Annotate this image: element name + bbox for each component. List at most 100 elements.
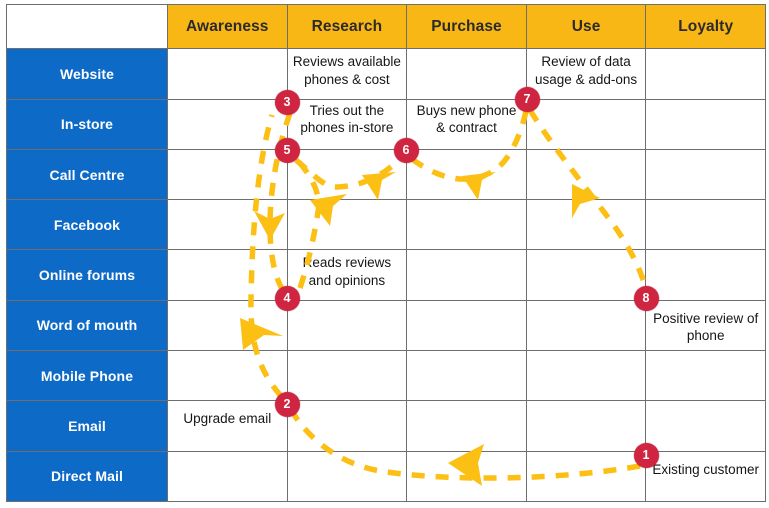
cell-word-of-mouth-awareness[interactable] (167, 299, 288, 352)
cell-online-forums-awareness[interactable] (167, 249, 288, 301)
cell-direct-mail-purchase[interactable] (406, 450, 527, 503)
cell-mobile-phone-loyalty[interactable] (645, 350, 766, 402)
cell-direct-mail-research[interactable] (286, 450, 408, 503)
cell-mobile-phone-purchase[interactable] (406, 350, 527, 402)
cell-direct-mail-awareness[interactable] (167, 450, 288, 503)
stage-header-loyalty[interactable]: Loyalty (645, 3, 766, 50)
journey-grid: Awareness Research Purchase Use Loyalty … (6, 3, 766, 503)
cell-note: Positive review of phone (653, 310, 759, 344)
cell-facebook-loyalty[interactable] (645, 199, 766, 251)
cell-word-of-mouth-use[interactable] (525, 299, 647, 352)
cell-call-centre-purchase[interactable] (406, 148, 527, 201)
cell-facebook-use[interactable] (525, 199, 647, 251)
channel-label-call-centre[interactable]: Call Centre (6, 148, 168, 201)
cell-note: Buys new phone & contract (416, 102, 517, 135)
cell-in-store-awareness[interactable] (167, 98, 288, 150)
stage-header-row: Awareness Research Purchase Use Loyalty (6, 3, 766, 50)
step-marker-8[interactable]: 8 (633, 285, 659, 311)
cell-note: Reads reviews and opinions (302, 255, 392, 288)
channel-label: Email (68, 417, 106, 434)
channel-label: Call Centre (49, 166, 125, 183)
cell-online-forums-research[interactable]: Reads reviews and opinions (286, 249, 408, 301)
step-marker-5[interactable]: 5 (274, 137, 300, 163)
channel-label-website[interactable]: Website (6, 48, 168, 100)
cell-email-awareness[interactable]: Upgrade email (167, 400, 288, 452)
step-marker-number: 1 (642, 447, 650, 462)
cell-online-forums-use[interactable] (525, 249, 647, 301)
channel-label: Word of mouth (36, 317, 138, 334)
step-marker-4[interactable]: 4 (274, 285, 300, 311)
step-marker-7[interactable]: 7 (514, 86, 540, 112)
channel-label: Facebook (53, 216, 121, 233)
step-marker-3[interactable]: 3 (274, 89, 300, 115)
cell-note: Review of data usage & add-ons (535, 54, 638, 87)
cell-website-loyalty[interactable] (645, 48, 766, 100)
cell-website-awareness[interactable] (167, 48, 288, 100)
channel-label: Website (59, 65, 115, 82)
step-marker-number: 3 (283, 94, 291, 109)
channel-label: Direct Mail (51, 468, 123, 485)
stage-header-label: Awareness (186, 17, 269, 35)
stage-header-label: Use (571, 17, 601, 35)
cell-website-research[interactable]: Reviews available phones & cost (286, 48, 408, 100)
table-row: In-store Tries out the phones in-store B… (6, 98, 766, 150)
cell-mobile-phone-research[interactable] (286, 350, 408, 402)
stage-header-awareness[interactable]: Awareness (167, 3, 288, 50)
cell-in-store-use[interactable] (525, 98, 647, 150)
cell-word-of-mouth-purchase[interactable] (406, 299, 527, 352)
cell-note: Existing customer (652, 461, 759, 477)
customer-journey-map: Awareness Research Purchase Use Loyalty … (0, 0, 769, 508)
cell-call-centre-use[interactable] (525, 148, 647, 201)
cell-email-purchase[interactable] (406, 400, 527, 452)
cell-email-research[interactable] (286, 400, 408, 452)
step-marker-number: 7 (523, 91, 531, 106)
channel-label-in-store[interactable]: In-store (6, 98, 168, 150)
table-row: Facebook (6, 199, 766, 251)
cell-mobile-phone-awareness[interactable] (167, 350, 288, 402)
stage-header-use[interactable]: Use (525, 3, 647, 50)
cell-note: Reviews available phones & cost (292, 54, 401, 87)
cell-note: Tries out the phones in-store (300, 102, 394, 135)
cell-online-forums-purchase[interactable] (406, 249, 527, 301)
step-marker-number: 5 (283, 142, 291, 157)
step-marker-6[interactable]: 6 (393, 137, 419, 163)
channel-label-online-forums[interactable]: Online forums (6, 249, 168, 301)
step-marker-number: 8 (642, 290, 650, 305)
table-row: Call Centre (6, 148, 766, 201)
cell-direct-mail-loyalty[interactable]: Existing customer (645, 450, 766, 503)
cell-call-centre-awareness[interactable] (167, 148, 288, 201)
cell-email-use[interactable] (525, 400, 647, 452)
table-row: Website Reviews available phones & cost … (6, 48, 766, 100)
cell-call-centre-research[interactable] (286, 148, 408, 201)
step-marker-2[interactable]: 2 (274, 391, 300, 417)
channel-label: In-store (60, 116, 114, 133)
cell-facebook-research[interactable] (286, 199, 408, 251)
cell-facebook-purchase[interactable] (406, 199, 527, 251)
cell-word-of-mouth-research[interactable] (286, 299, 408, 352)
stage-header-research[interactable]: Research (286, 3, 408, 50)
step-marker-number: 6 (402, 142, 410, 157)
cell-email-loyalty[interactable] (645, 400, 766, 452)
channel-label-word-of-mouth[interactable]: Word of mouth (6, 299, 168, 352)
cell-facebook-awareness[interactable] (167, 199, 288, 251)
stage-header-purchase[interactable]: Purchase (406, 3, 527, 50)
channel-label-facebook[interactable]: Facebook (6, 199, 168, 251)
cell-in-store-research[interactable]: Tries out the phones in-store (286, 98, 408, 150)
cell-mobile-phone-use[interactable] (525, 350, 647, 402)
stage-header-label: Loyalty (678, 17, 734, 35)
channel-label-direct-mail[interactable]: Direct Mail (6, 450, 168, 503)
channel-label-mobile-phone[interactable]: Mobile Phone (6, 350, 168, 402)
channel-label: Online forums (38, 267, 136, 284)
cell-website-purchase[interactable] (406, 48, 527, 100)
cell-direct-mail-use[interactable] (525, 450, 647, 503)
cell-in-store-purchase[interactable]: Buys new phone & contract (406, 98, 527, 150)
step-marker-number: 2 (283, 396, 291, 411)
table-row: Mobile Phone (6, 350, 766, 402)
cell-website-use[interactable]: Review of data usage & add-ons (525, 48, 647, 100)
step-marker-1[interactable]: 1 (633, 442, 659, 468)
cell-word-of-mouth-loyalty[interactable]: Positive review of phone (645, 299, 766, 352)
channel-label-email[interactable]: Email (6, 400, 168, 452)
cell-online-forums-loyalty[interactable] (645, 249, 766, 301)
cell-call-centre-loyalty[interactable] (645, 148, 766, 201)
cell-in-store-loyalty[interactable] (645, 98, 766, 150)
